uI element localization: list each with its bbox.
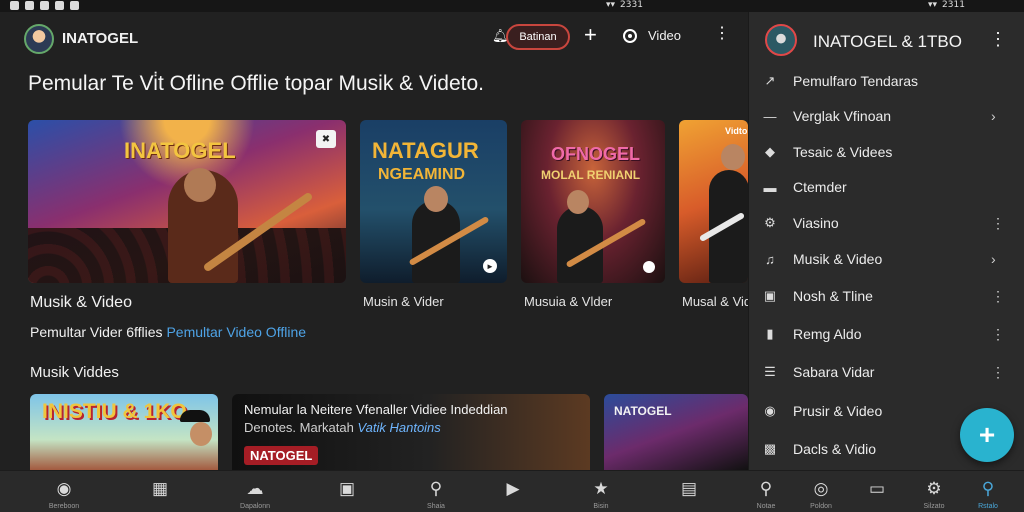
box-icon: ▩ xyxy=(763,441,777,456)
section-title: Musik Viddes xyxy=(30,364,119,381)
app-title: INATOGEL xyxy=(62,30,139,47)
offline-link[interactable]: Pemultar Video Offline xyxy=(166,324,306,340)
card-caption-4[interactable]: Musal & Vid xyxy=(682,294,748,309)
card-caption-1[interactable]: Musik & Video xyxy=(30,294,132,312)
thumb-title: INATOGEL xyxy=(124,138,236,163)
nav-cloud[interactable]: ☁ Dapalonn xyxy=(235,471,275,512)
thumb-title: Vidto xyxy=(725,126,748,136)
nav-play[interactable]: ▶ xyxy=(493,471,533,512)
drawer-item-2[interactable]: — Verglak Vfinoan › xyxy=(749,99,1024,133)
drawer-item-5[interactable]: ⚙ Viasino ⋮ xyxy=(749,206,1024,240)
music-icon: ♫ xyxy=(765,251,775,267)
bottom-navigation: ◉ Bereboon ▦ ☁ Dapalonn ▣ ⚲ Shaia ▶ ★ Bisin … xyxy=(0,470,1024,512)
page-heading: Pemular Te Vi̇t Ofline Offlie topar Musi… xyxy=(28,72,485,95)
camera-icon: ◉ xyxy=(764,403,776,418)
main-pane: INATOGEL 🔔︎ Batinan + Video ⋮ Pemular Te… xyxy=(0,12,748,470)
bottom-card-title: INISTIU & 1KO xyxy=(42,400,187,423)
bottom-card-line2: Denotes. Markatah Vatik Hantoins xyxy=(244,420,441,435)
thumb-subtitle: NGEAMIND xyxy=(378,166,466,183)
nav-search[interactable]: ⚲ Shaia xyxy=(416,471,456,512)
avatar[interactable] xyxy=(24,24,54,54)
nav-chat[interactable]: ▭ xyxy=(857,471,897,512)
nav-settings[interactable]: ⚙ Silzato xyxy=(914,471,954,512)
status-bar: ▾▾ 2331 ▾▾ 2311 xyxy=(0,0,1024,12)
search-icon: ⚲ xyxy=(759,479,773,498)
nav-search-3[interactable]: ⚲ Rstalo xyxy=(968,471,1008,512)
chat-icon: ▭ xyxy=(868,479,886,498)
drawer-item-6[interactable]: ♫ Musik & Video › xyxy=(749,242,1024,276)
search-icon: ⚲ xyxy=(981,479,995,498)
nav-home[interactable]: ◉ Bereboon xyxy=(44,471,84,512)
side-drawer: INATOGEL & 1TBO ⋮ ↗ Pemulfaro Tendaras —… xyxy=(748,12,1024,470)
add-icon[interactable]: + xyxy=(584,24,597,46)
status-time-right: 2311 xyxy=(942,0,965,10)
card-caption-3[interactable]: Musuia & Vlder xyxy=(524,294,612,309)
video-card-2[interactable]: NATAGUR NGEAMIND ► xyxy=(360,120,507,283)
tag-icon: ◆ xyxy=(765,144,775,159)
drawer-item-8[interactable]: ▮ Remg Aldo ⋮ xyxy=(749,317,1024,351)
home-icon: ◉ xyxy=(56,479,72,498)
nav-search-2[interactable]: ⚲ Notae xyxy=(746,471,786,512)
list-icon: ☰ xyxy=(764,364,776,379)
badge-icon: ✖ xyxy=(316,130,336,148)
status-right-drawer: ▾▾ 2311 xyxy=(928,0,965,10)
nav-library[interactable]: ▦ xyxy=(140,471,180,512)
globe-icon: ◎ xyxy=(813,479,829,498)
drawer-item-3[interactable]: ◆ Tesaic & Videes xyxy=(749,135,1024,169)
play-icon: ▶ xyxy=(506,479,520,498)
pill-button[interactable]: Batinan xyxy=(506,24,570,50)
thumb-subtitle: MOLAL RENIANL xyxy=(541,168,641,182)
thumb-title: OFNOGEL xyxy=(551,144,640,164)
video-icon[interactable] xyxy=(623,29,637,43)
nav-inbox[interactable]: ▤ xyxy=(669,471,709,512)
doc-icon: ▮ xyxy=(766,326,774,341)
status-right-left: ▾▾ 2331 xyxy=(606,0,643,10)
dash-icon: — xyxy=(763,108,777,124)
floating-add-button[interactable]: + xyxy=(960,408,1014,462)
search-icon: ⚲ xyxy=(429,479,443,498)
drawer-title: INATOGEL & 1TBO xyxy=(813,32,962,51)
play-icon[interactable] xyxy=(643,261,655,273)
library-icon: ▦ xyxy=(151,479,169,498)
nav-star[interactable]: ★ Bisin xyxy=(581,471,621,512)
card-icon: ▬ xyxy=(763,179,777,195)
bottom-card-1[interactable]: INISTIU & 1KO xyxy=(30,394,218,470)
video-card-4[interactable]: Vidto xyxy=(679,120,748,283)
drawer-more-icon[interactable]: ⋮ xyxy=(989,30,1007,48)
nav-briefcase[interactable]: ▣ xyxy=(327,471,367,512)
drawer-item-1[interactable]: ↗ Pemulfaro Tendaras xyxy=(749,64,1024,98)
settings-icon: ⚙ xyxy=(926,479,942,498)
bottom-card-2[interactable]: Nemular la Neitere Vfenaller Vidiee Inde… xyxy=(232,394,590,470)
thumb-title: NATAGUR xyxy=(372,138,479,163)
bottom-card-logo: NATOGEL xyxy=(244,446,319,465)
square-icon: ▣ xyxy=(763,288,777,303)
subtitle-row: Pemultar Vider 6fflies Pemultar Video Of… xyxy=(30,324,306,340)
star-icon: ★ xyxy=(593,479,609,498)
drawer-avatar[interactable] xyxy=(765,24,797,56)
bottom-card-3[interactable]: NATOGEL xyxy=(604,394,748,470)
subtitle-text: Pemultar Vider 6fflies xyxy=(30,324,163,340)
briefcase-icon: ▣ xyxy=(338,479,356,498)
nav-globe[interactable]: ◎ Poldon xyxy=(801,471,841,512)
inbox-icon: ▤ xyxy=(680,479,698,498)
bottom-card-title: NATOGEL xyxy=(614,404,672,418)
status-time: 2331 xyxy=(620,0,643,10)
arrow-up-icon: ↗ xyxy=(764,73,776,88)
gear-icon: ⚙ xyxy=(764,215,776,230)
video-label[interactable]: Video xyxy=(648,28,681,43)
top-app-bar: INATOGEL 🔔︎ Batinan + Video ⋮ xyxy=(0,12,748,62)
drawer-item-4[interactable]: ▬ Ctemder xyxy=(749,170,1024,204)
bottom-card-line1: Nemular la Neitere Vfenaller Vidiee Inde… xyxy=(244,402,508,417)
card-caption-2[interactable]: Musin & Vider xyxy=(363,294,444,309)
video-card-1[interactable]: INATOGEL ✖ xyxy=(28,120,346,283)
drawer-item-9[interactable]: ☰ Sabara Vidar ⋮ xyxy=(749,355,1024,389)
play-icon[interactable]: ► xyxy=(483,259,497,273)
more-options-icon[interactable]: ⋮ xyxy=(714,26,730,42)
notification-icons xyxy=(10,1,79,10)
video-card-3[interactable]: OFNOGEL MOLAL RENIANL xyxy=(521,120,665,283)
cloud-icon: ☁ xyxy=(246,479,264,498)
drawer-item-7[interactable]: ▣ Nosh & Tline ⋮ xyxy=(749,279,1024,313)
